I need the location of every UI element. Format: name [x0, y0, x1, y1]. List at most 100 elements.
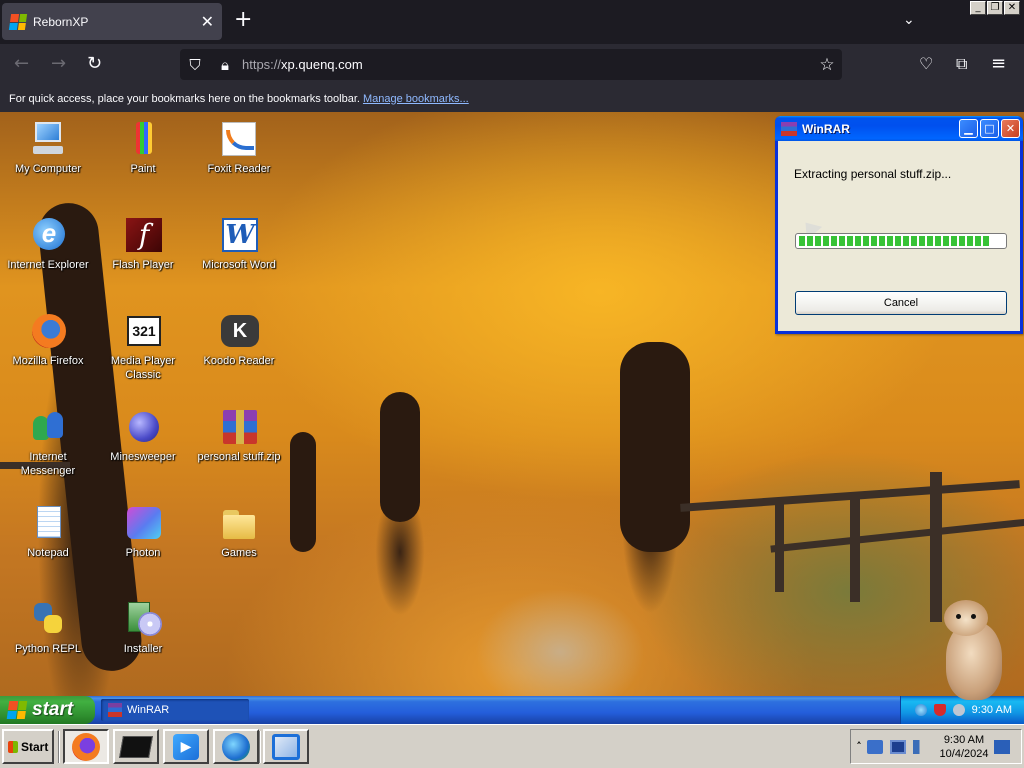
- host-time: 9:30 AM: [943, 733, 985, 746]
- taskbar-item-label: WinRAR: [127, 704, 170, 716]
- taskbar-terminal-button[interactable]: [113, 729, 159, 764]
- winrar-title-bar[interactable]: WinRAR ▁ □ ✕: [775, 116, 1023, 141]
- taskbar-firefox-button[interactable]: [63, 729, 109, 764]
- tab-close-icon[interactable]: ✕: [201, 12, 214, 31]
- manage-bookmarks-link[interactable]: Manage bookmarks...: [363, 93, 469, 105]
- cancel-button[interactable]: Cancel: [795, 291, 1007, 315]
- extract-status-text: Extracting personal stuff.zip...: [794, 167, 952, 181]
- hamster-eye: [956, 614, 961, 619]
- browser-nav-bar: ← → ↻ ⛉ 🔒︎ https://xp.quenq.com ☆ ♡ ⧉ ≡: [0, 44, 1024, 85]
- reload-icon[interactable]: ↻: [87, 53, 102, 75]
- winrar-icon: [108, 703, 122, 717]
- list-tabs-chevron-icon[interactable]: ⌄: [903, 12, 915, 28]
- desktop-icon-mozilla-firefox[interactable]: Mozilla Firefox: [6, 312, 90, 368]
- host-restore-button[interactable]: ❐: [987, 1, 1003, 15]
- minimize-button[interactable]: ▁: [959, 119, 978, 138]
- internet-explorer-icon: e: [29, 216, 67, 254]
- hamster-mascot[interactable]: [940, 598, 1006, 702]
- maximize-button[interactable]: □: [980, 119, 999, 138]
- computer-icon: [29, 120, 67, 158]
- tab-title: RebornXP: [33, 14, 89, 29]
- virtual-machine-icon: [272, 733, 300, 760]
- wallpaper-fence-post: [775, 502, 784, 592]
- desktop-icon-notepad[interactable]: Notepad: [6, 504, 90, 560]
- host-close-button[interactable]: ✕: [1004, 1, 1020, 15]
- host-system-tray: ˄ 9:30 AM 10/4/2024: [850, 729, 1022, 764]
- desktop-icon-paint[interactable]: Paint: [101, 120, 185, 176]
- desktop-icon-koodo-reader[interactable]: K Koodo Reader: [197, 312, 281, 368]
- windows-flag-icon: [6, 701, 28, 719]
- host-taskbar: Start ▶ ˄ 9:30 AM 10/4/2024: [0, 724, 1024, 768]
- taskbar-virtualbox-button[interactable]: [263, 729, 309, 764]
- installer-cd-icon: [124, 600, 162, 638]
- taskbar-media-player-button[interactable]: ▶: [163, 729, 209, 764]
- desktop-icon-foxit-reader[interactable]: Foxit Reader: [197, 120, 281, 176]
- lock-icon[interactable]: 🔒︎: [210, 56, 240, 74]
- new-tab-icon[interactable]: +: [234, 9, 252, 31]
- firefox-icon: [29, 312, 67, 350]
- winrar-archive-icon: [220, 408, 258, 446]
- network-globe-icon[interactable]: [914, 704, 927, 716]
- taskbar-separator: [259, 731, 261, 763]
- winrar-dialog[interactable]: WinRAR ▁ □ ✕ Extracting personal stuff.z…: [775, 116, 1023, 334]
- taskbar-download-manager-button[interactable]: [213, 729, 259, 764]
- desktop-icon-internet-messenger[interactable]: Internet Messenger: [6, 408, 90, 478]
- desktop-icon-flash-player[interactable]: f Flash Player: [101, 216, 185, 272]
- wallpaper-fence-post: [850, 492, 860, 602]
- tracking-shield-icon[interactable]: ⛉: [180, 56, 210, 74]
- security-shield-icon[interactable]: [933, 704, 946, 716]
- desktop-icon-media-player-classic[interactable]: 321 Media Player Classic: [101, 312, 185, 382]
- desktop-icon-microsoft-word[interactable]: W Microsoft Word: [197, 216, 281, 272]
- xp-clock[interactable]: 9:30 AM: [972, 704, 1012, 716]
- host-minimize-button[interactable]: _: [970, 1, 986, 15]
- display-icon[interactable]: [890, 739, 906, 754]
- photon-icon: [124, 504, 162, 542]
- host-clock[interactable]: 9:30 AM 10/4/2024: [938, 733, 990, 761]
- extensions-icon[interactable]: ⧉: [956, 53, 967, 75]
- firefox-icon: [72, 732, 100, 761]
- terminal-icon: [119, 735, 153, 758]
- show-desktop-icon[interactable]: [994, 739, 1010, 754]
- xp-start-button[interactable]: start: [0, 696, 95, 724]
- host-date: 10/4/2024: [939, 747, 989, 760]
- hamster-eye: [971, 614, 976, 619]
- forward-arrow-icon[interactable]: →: [51, 53, 66, 75]
- host-start-button[interactable]: Start: [2, 729, 54, 764]
- hamster-head: [944, 600, 988, 636]
- close-button[interactable]: ✕: [1001, 119, 1020, 138]
- volume-icon[interactable]: [913, 739, 929, 754]
- url-text[interactable]: https://xp.quenq.com: [240, 57, 812, 72]
- volume-icon[interactable]: [952, 704, 965, 716]
- desktop-icon-photon[interactable]: Photon: [101, 504, 185, 560]
- bookmarks-hint: For quick access, place your bookmarks h…: [9, 92, 360, 105]
- menu-hamburger-icon[interactable]: ≡: [991, 53, 1006, 75]
- url-host: xp.quenq.com: [281, 57, 363, 72]
- xp-start-label: start: [32, 699, 74, 720]
- mine-icon: [124, 408, 162, 446]
- browser-tab[interactable]: RebornXP ✕: [2, 3, 222, 40]
- xp-taskbar: start WinRAR 9:30 AM: [0, 696, 1024, 724]
- notepad-icon: [29, 504, 67, 542]
- desktop-icon-games[interactable]: Games: [197, 504, 281, 560]
- winrar-title: WinRAR: [802, 121, 850, 136]
- windows-flag-icon: [8, 13, 28, 30]
- back-arrow-icon[interactable]: ←: [14, 53, 29, 75]
- folder-icon: [220, 504, 258, 542]
- desktop-icon-python-repl[interactable]: Python REPL: [6, 600, 90, 656]
- desktop-icon-internet-explorer[interactable]: e Internet Explorer: [6, 216, 90, 272]
- desktop-icon-installer[interactable]: Installer: [101, 600, 185, 656]
- bookmark-star-icon[interactable]: ☆: [812, 55, 842, 75]
- desktop-icon-minesweeper[interactable]: Minesweeper: [101, 408, 185, 464]
- wallpaper-tree-trunk: [380, 392, 420, 522]
- taskbar-item-winrar[interactable]: WinRAR: [101, 699, 249, 721]
- bookmarks-toolbar: For quick access, place your bookmarks h…: [0, 85, 1024, 112]
- url-bar[interactable]: ⛉ 🔒︎ https://xp.quenq.com ☆: [180, 49, 842, 80]
- media-player-icon: ▶: [173, 733, 199, 760]
- wallpaper-tree-trunk: [620, 342, 690, 552]
- pocket-icon[interactable]: ♡: [919, 53, 933, 75]
- messenger-buddies-icon: [29, 408, 67, 446]
- desktop-icon-personal-stuff-zip[interactable]: personal stuff.zip: [197, 408, 281, 464]
- desktop-icon-my-computer[interactable]: My Computer: [6, 120, 90, 176]
- tray-expand-icon[interactable]: ˄: [851, 740, 867, 753]
- network-icon[interactable]: [867, 739, 883, 754]
